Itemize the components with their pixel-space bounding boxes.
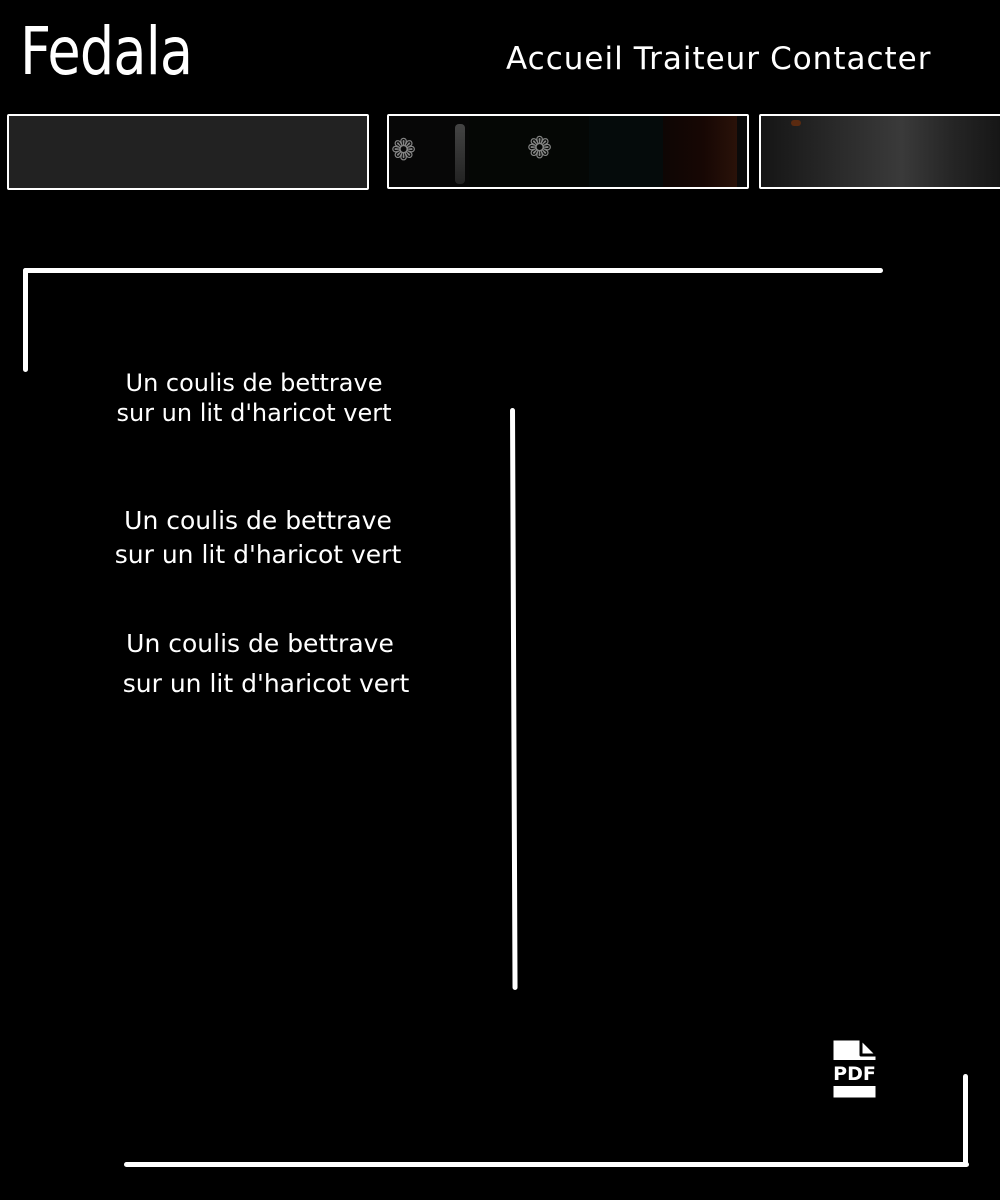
gallery-thumbnail-2[interactable]: ❁ ❁ <box>387 114 749 189</box>
frame-line-top <box>23 268 883 273</box>
thumbnail-image-detail <box>791 120 801 126</box>
menu-item-line-1: Un coulis de bettrave <box>126 629 394 658</box>
gallery-thumbnail-3[interactable] <box>759 114 1000 189</box>
menu-item-line-2: sur un lit d'haricot vert <box>114 540 402 569</box>
nav-link-contacter[interactable]: Contacter <box>770 40 931 78</box>
frame-line-left <box>23 268 28 372</box>
menu-item-line-2: sur un lit d'haricot vert <box>122 669 410 698</box>
thumbnail-image-segment <box>663 116 737 187</box>
frame-line-right <box>963 1074 968 1167</box>
flower-decoration: ❁ <box>391 133 417 168</box>
site-logo[interactable]: Fedala <box>20 14 193 90</box>
bottle-decoration <box>455 124 465 184</box>
pdf-icon-label: PDF <box>833 1063 876 1085</box>
menu-item-line-1: Un coulis de bettrave <box>125 369 383 397</box>
flower-decoration: ❁ <box>527 131 553 166</box>
nav-link-accueil[interactable]: Accueil <box>506 40 624 78</box>
main-nav: Accueil Traiteur Contacter <box>506 40 932 78</box>
frame-divider-vertical <box>510 407 518 990</box>
menu-item-line-1: Un coulis de bettrave <box>124 506 392 535</box>
pdf-icon[interactable]: PDF <box>825 1036 885 1102</box>
menu-item: Un coulis de bettrave sur un lit d'haric… <box>110 628 410 700</box>
thumbnail-image-segment <box>589 116 663 187</box>
menu-item-line-2: sur un lit d'haricot vert <box>116 399 392 427</box>
thumbnail-image <box>761 116 1000 187</box>
menu-item: Un coulis de bettrave sur un lit d'haric… <box>108 504 408 572</box>
frame-line-bottom <box>124 1162 969 1167</box>
nav-link-traiteur[interactable]: Traiteur <box>634 40 760 78</box>
menu-item: Un coulis de bettrave sur un lit d'haric… <box>104 368 404 428</box>
gallery-thumbnail-1[interactable] <box>7 114 369 190</box>
